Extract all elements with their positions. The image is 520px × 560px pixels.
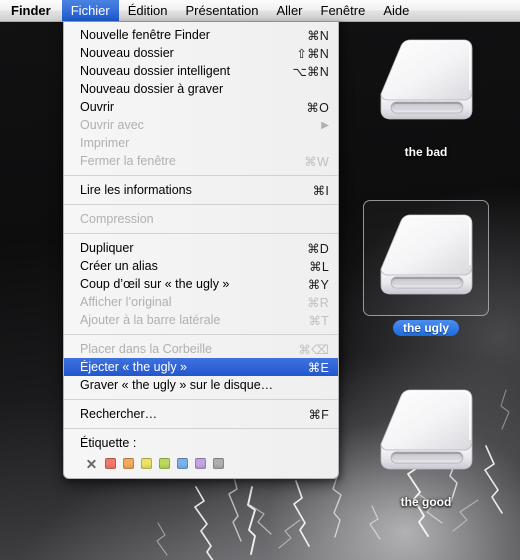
menu-item-ajouter-barre-laterale: Ajouter à la barre latérale ⌘T bbox=[64, 311, 338, 329]
submenu-arrow-icon: ▶ bbox=[321, 119, 329, 131]
menu-item-shortcut: ⌘⌫ bbox=[298, 342, 329, 357]
menu-item-nouveau-dossier-a-graver[interactable]: Nouveau dossier à graver bbox=[64, 80, 338, 98]
menu-item-graver-sur-le-disque[interactable]: Graver « the ugly » sur le disque… bbox=[64, 376, 338, 394]
menu-item-shortcut: ⌘E bbox=[307, 360, 329, 375]
label-swatch-blue[interactable] bbox=[177, 457, 188, 469]
menu-item-ejecter[interactable]: Éjecter « the ugly » ⌘E bbox=[64, 358, 338, 376]
menu-item-imprimer: Imprimer bbox=[64, 134, 338, 152]
menu-item-label: Fermer la fenêtre bbox=[80, 154, 176, 168]
label-section-title: Étiquette : bbox=[80, 436, 137, 450]
menu-separator bbox=[64, 175, 338, 176]
menu-item-rechercher[interactable]: Rechercher… ⌘F bbox=[64, 405, 338, 423]
drive-icon-label[interactable]: the good bbox=[395, 494, 458, 510]
menu-edition[interactable]: Édition bbox=[119, 0, 177, 21]
drive-icon-the-ugly[interactable]: the ugly bbox=[360, 200, 492, 336]
menu-item-label: Ouvrir avec bbox=[80, 118, 144, 132]
menu-item-ouvrir[interactable]: Ouvrir ⌘O bbox=[64, 98, 338, 116]
menu-item-shortcut: ⌘L bbox=[309, 259, 329, 274]
menu-item-placer-dans-la-corbeille: Placer dans la Corbeille ⌘⌫ bbox=[64, 340, 338, 358]
menu-item-shortcut: ⌘D bbox=[307, 241, 329, 256]
menu-item-shortcut: ⌘N bbox=[307, 28, 329, 43]
menu-item-label: Imprimer bbox=[80, 136, 130, 150]
menu-aller[interactable]: Aller bbox=[268, 0, 312, 21]
menu-item-fermer-la-fenetre: Fermer la fenêtre ⌘W bbox=[64, 152, 338, 170]
menu-item-label: Ajouter à la barre latérale bbox=[80, 313, 221, 327]
menu-item-label: Nouvelle fenêtre Finder bbox=[80, 28, 210, 42]
menu-item-shortcut: ⌘O bbox=[306, 100, 329, 115]
menu-item-label: Lire les informations bbox=[80, 183, 192, 197]
label-swatch-red[interactable] bbox=[105, 457, 116, 469]
menu-item-label: Dupliquer bbox=[80, 241, 134, 255]
menu-separator bbox=[64, 233, 338, 234]
drive-icon-graphic[interactable] bbox=[363, 376, 489, 490]
menu-item-afficher-loriginal: Afficher l’original ⌘R bbox=[64, 293, 338, 311]
menu-separator bbox=[64, 334, 338, 335]
drive-icon-the-good[interactable]: the good bbox=[360, 376, 492, 510]
menu-item-lire-les-informations[interactable]: Lire les informations ⌘I bbox=[64, 181, 338, 199]
label-swatch-gray[interactable] bbox=[213, 457, 224, 469]
drive-icon-label[interactable]: the ugly bbox=[392, 320, 459, 336]
menu-item-shortcut: ⌘I bbox=[312, 183, 329, 198]
menu-aide[interactable]: Aide bbox=[374, 0, 418, 21]
app-menu-finder[interactable]: Finder bbox=[0, 0, 62, 21]
menu-item-shortcut: ⇧⌘N bbox=[296, 46, 329, 61]
menu-item-shortcut: ⌘Y bbox=[307, 277, 329, 292]
menu-item-ouvrir-avec: Ouvrir avec ▶ bbox=[64, 116, 338, 134]
menu-item-label: Compression bbox=[80, 212, 154, 226]
menu-item-dupliquer[interactable]: Dupliquer ⌘D bbox=[64, 239, 338, 257]
menu-fichier[interactable]: Fichier bbox=[61, 0, 119, 21]
menu-item-label: Créer un alias bbox=[80, 259, 158, 273]
menu-item-creer-un-alias[interactable]: Créer un alias ⌘L bbox=[64, 257, 338, 275]
menu-item-shortcut: ⌘T bbox=[308, 313, 329, 328]
menu-item-label: Nouveau dossier bbox=[80, 46, 174, 60]
menu-item-label: Placer dans la Corbeille bbox=[80, 342, 213, 356]
label-swatch-yellow[interactable] bbox=[141, 457, 152, 469]
drive-icon-graphic[interactable] bbox=[363, 26, 489, 140]
label-swatch-green[interactable] bbox=[159, 457, 170, 469]
menu-item-shortcut: ⌥⌘N bbox=[292, 64, 329, 79]
file-menu-dropdown[interactable]: Nouvelle fenêtre Finder ⌘N Nouveau dossier… bbox=[63, 22, 339, 479]
menu-item-nouveau-dossier-intelligent[interactable]: Nouveau dossier intelligent ⌥⌘N bbox=[64, 62, 338, 80]
menu-fenetre[interactable]: Fenêtre bbox=[312, 0, 375, 21]
menu-item-nouvelle-fenetre-finder[interactable]: Nouvelle fenêtre Finder ⌘N bbox=[64, 26, 338, 44]
menu-item-label: Rechercher… bbox=[80, 407, 158, 421]
menu-item-shortcut: ⌘W bbox=[304, 154, 329, 169]
menu-item-nouveau-dossier[interactable]: Nouveau dossier ⇧⌘N bbox=[64, 44, 338, 62]
menu-item-coup-doeil[interactable]: Coup d’œil sur « the ugly » ⌘Y bbox=[64, 275, 338, 293]
label-swatch-purple[interactable] bbox=[195, 457, 206, 469]
label-swatch-row bbox=[64, 452, 338, 472]
drive-icon-the-bad[interactable]: the bad bbox=[360, 26, 492, 160]
drive-icon-graphic[interactable] bbox=[363, 200, 489, 316]
drive-icon-label[interactable]: the bad bbox=[399, 144, 454, 160]
menu-item-compression: Compression bbox=[64, 210, 338, 228]
menu-separator bbox=[64, 428, 338, 429]
menu-item-label: Nouveau dossier à graver bbox=[80, 82, 224, 96]
menu-separator bbox=[64, 204, 338, 205]
menu-item-label: Nouveau dossier intelligent bbox=[80, 64, 231, 78]
menu-separator bbox=[64, 399, 338, 400]
label-clear-none[interactable] bbox=[86, 458, 97, 469]
menu-item-label: Coup d’œil sur « the ugly » bbox=[80, 277, 230, 291]
menu-item-label: Éjecter « the ugly » bbox=[80, 360, 188, 374]
menu-bar: Finder Fichier Édition Présentation Aller Fen… bbox=[0, 0, 520, 22]
menu-item-label: Afficher l’original bbox=[80, 295, 172, 309]
menu-item-label: Ouvrir bbox=[80, 100, 115, 114]
menu-item-shortcut: ⌘F bbox=[308, 407, 329, 422]
label-swatch-orange[interactable] bbox=[123, 457, 134, 469]
menu-presentation[interactable]: Présentation bbox=[177, 0, 268, 21]
menu-item-shortcut: ⌘R bbox=[307, 295, 329, 310]
menu-item-label: Graver « the ugly » sur le disque… bbox=[80, 378, 274, 392]
